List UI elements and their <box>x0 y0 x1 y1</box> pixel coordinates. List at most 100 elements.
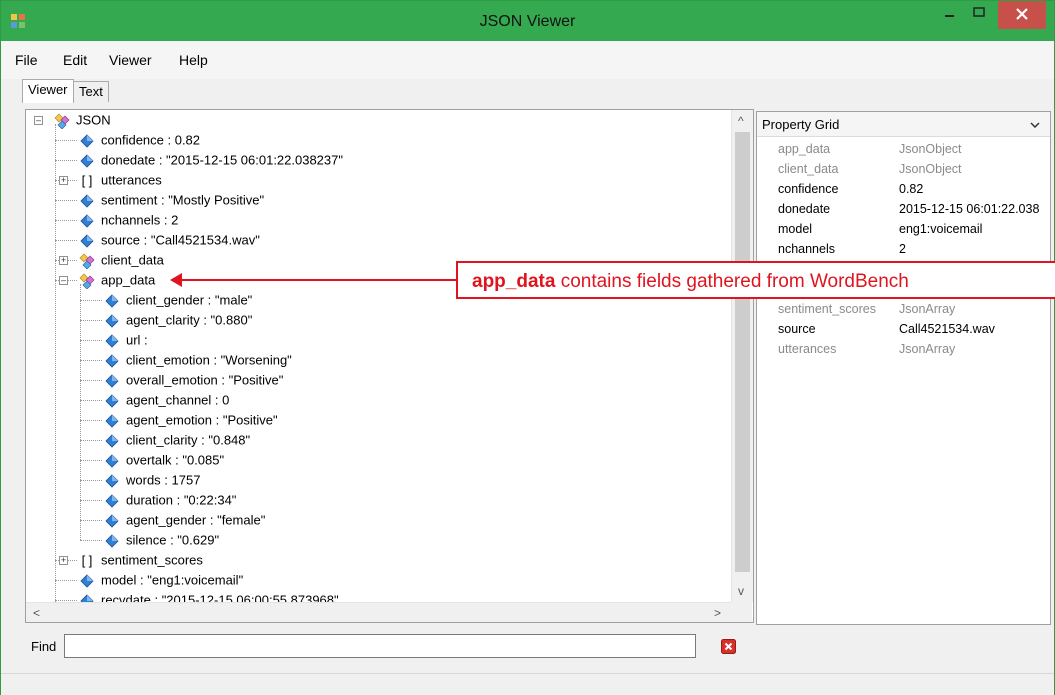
tree-node[interactable]: [ ] sentiment_scores <box>79 550 203 570</box>
tree-connector <box>80 320 102 321</box>
scroll-up-icon[interactable]: ^ <box>738 114 744 128</box>
tree-connector <box>55 220 77 221</box>
property-key: app_data <box>778 142 831 156</box>
tree-connector <box>80 420 102 421</box>
property-row[interactable]: nchannels 2 <box>757 239 1050 259</box>
tree-node[interactable]: donedate : "2015-12-15 06:01:22.038237" <box>79 150 343 170</box>
property-key: sentiment_scores <box>778 302 876 316</box>
tree-node-label: sentiment : "Mostly Positive" <box>101 192 265 208</box>
tree-node-label: utterances <box>101 172 162 188</box>
tree-connector <box>55 580 77 581</box>
property-row[interactable]: app_data JsonObject <box>757 139 1050 159</box>
minimize-icon <box>945 15 954 17</box>
expand-icon[interactable]: + <box>59 256 68 265</box>
find-input[interactable] <box>64 634 696 658</box>
scroll-down-icon[interactable]: v <box>738 584 744 598</box>
expand-icon[interactable]: + <box>59 556 68 565</box>
tab-text[interactable]: Text <box>73 81 109 102</box>
tree-node-label: words : 1757 <box>126 472 201 488</box>
property-row[interactable]: donedate 2015-12-15 06:01:22.038 <box>757 199 1050 219</box>
close-button[interactable] <box>998 1 1046 29</box>
scroll-right-icon[interactable]: > <box>714 606 721 620</box>
menu-help[interactable]: Help <box>179 52 208 68</box>
tree-connector <box>55 240 77 241</box>
tree-node[interactable]: words : 1757 <box>104 470 200 490</box>
blue-diamond-icon <box>105 373 119 388</box>
horizontal-scrollbar[interactable]: < > <box>26 602 731 622</box>
tree-node[interactable]: overall_emotion : "Positive" <box>104 370 283 390</box>
chevron-down-icon[interactable] <box>1029 120 1041 130</box>
menu-viewer[interactable]: Viewer <box>109 52 152 68</box>
scroll-left-icon[interactable]: < <box>33 606 40 620</box>
blue-diamond-icon <box>105 333 119 348</box>
menu-file[interactable]: File <box>15 52 38 68</box>
tree-node[interactable]: nchannels : 2 <box>79 210 178 230</box>
collapse-icon[interactable]: – <box>59 276 68 285</box>
red-x-icon[interactable] <box>721 639 736 654</box>
tree-node[interactable]: agent_channel : 0 <box>104 390 229 410</box>
tree-node[interactable]: silence : "0.629" <box>104 530 219 550</box>
collapse-icon[interactable]: – <box>34 116 43 125</box>
tree-node[interactable]: client_data <box>79 250 164 270</box>
property-row[interactable]: confidence 0.82 <box>757 179 1050 199</box>
tree-connector <box>80 300 102 301</box>
tree-node-label: agent_clarity : "0.880" <box>126 312 253 328</box>
tree-node[interactable]: source : "Call4521534.wav" <box>79 230 260 250</box>
blue-diamond-icon <box>105 453 119 468</box>
tree-node-label: url : <box>126 332 148 348</box>
property-key: utterances <box>778 342 837 356</box>
blue-diamond-icon <box>105 293 119 308</box>
property-row[interactable]: model eng1:voicemail <box>757 219 1050 239</box>
property-value: JsonObject <box>899 142 962 156</box>
blue-diamond-icon <box>105 413 119 428</box>
property-row[interactable]: client_data JsonObject <box>757 159 1050 179</box>
expand-icon[interactable]: + <box>59 176 68 185</box>
tree-node[interactable]: client_clarity : "0.848" <box>104 430 250 450</box>
tree-node[interactable]: [ ] utterances <box>79 170 162 190</box>
tree-node[interactable]: model : "eng1:voicemail" <box>79 570 243 590</box>
app-window: JSON Viewer File Edit Viewer Help Viewer… <box>0 0 1055 695</box>
minimize-button[interactable] <box>934 1 964 29</box>
menu-edit[interactable]: Edit <box>63 52 87 68</box>
tree-node[interactable]: duration : "0:22:34" <box>104 490 236 510</box>
blue-diamond-icon <box>80 593 94 602</box>
property-key: source <box>778 322 816 336</box>
vertical-scroll-thumb[interactable] <box>735 132 750 572</box>
tree-node[interactable]: client_emotion : "Worsening" <box>104 350 292 370</box>
blue-diamond-icon <box>105 533 119 548</box>
tree-node[interactable]: confidence : 0.82 <box>79 130 200 150</box>
tree-node[interactable]: sentiment : "Mostly Positive" <box>79 190 264 210</box>
tree-node[interactable]: overtalk : "0.085" <box>104 450 224 470</box>
tree-connector <box>80 340 102 341</box>
property-value: 2015-12-15 06:01:22.038 <box>899 202 1040 216</box>
json-tree-view[interactable]: JSON – confidence : 0.82 donedate : "2015-1… <box>25 109 754 623</box>
blue-diamond-icon <box>105 473 119 488</box>
tree-node[interactable]: recvdate : "2015-12-15 06:00:55.873968" <box>79 590 339 602</box>
tree-node[interactable]: url : <box>104 330 148 350</box>
tree-connector <box>55 160 77 161</box>
blue-diamond-icon <box>80 193 94 208</box>
tree-connector <box>80 440 102 441</box>
tree-node-label: agent_gender : "female" <box>126 512 266 528</box>
tree-node[interactable]: agent_emotion : "Positive" <box>104 410 278 430</box>
tree-root-node[interactable]: JSON <box>54 110 111 130</box>
tab-viewer[interactable]: Viewer <box>22 79 74 103</box>
tree-node[interactable]: client_gender : "male" <box>104 290 252 310</box>
tree-node[interactable]: agent_clarity : "0.880" <box>104 310 252 330</box>
property-row[interactable]: source Call4521534.wav <box>757 319 1050 339</box>
vertical-scrollbar[interactable]: ^ v <box>731 110 753 602</box>
property-row[interactable]: sentiment_scores JsonArray <box>757 299 1050 319</box>
tree-connector <box>55 200 77 201</box>
tree-connector <box>80 400 102 401</box>
tree-node[interactable]: app_data <box>79 270 155 290</box>
object-node-icon <box>79 253 95 269</box>
tree-node-label: overtalk : "0.085" <box>126 452 225 468</box>
property-key: model <box>778 222 813 236</box>
tree-node[interactable]: agent_gender : "female" <box>104 510 265 530</box>
property-row[interactable]: utterances JsonArray <box>757 339 1050 359</box>
tree-connector <box>80 520 102 521</box>
blue-diamond-icon <box>105 513 119 528</box>
property-grid-header[interactable]: Property Grid <box>757 112 1050 137</box>
maximize-button[interactable] <box>964 1 994 29</box>
title-bar[interactable]: JSON Viewer <box>1 1 1054 41</box>
